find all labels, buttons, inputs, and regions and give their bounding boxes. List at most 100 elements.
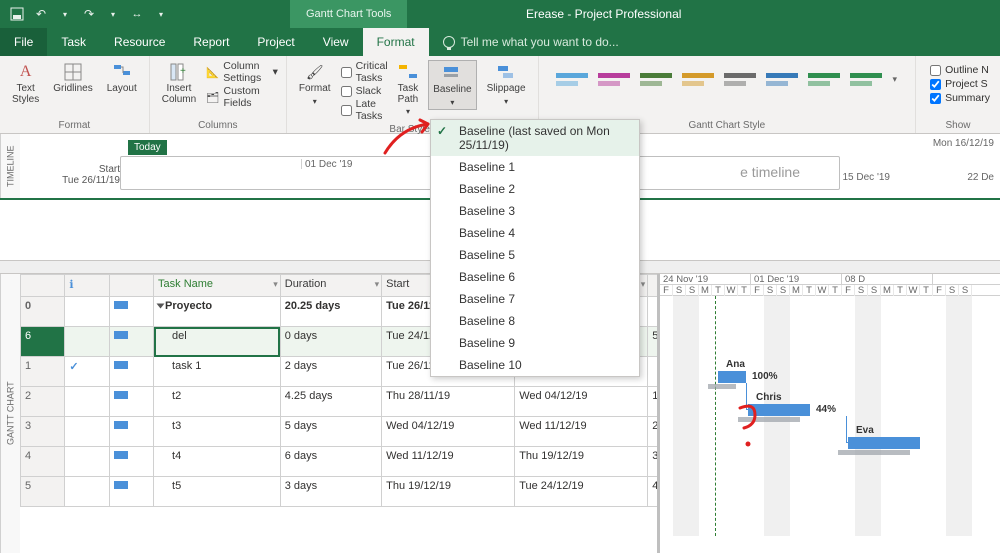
chevron-down-icon[interactable]: ▾ — [152, 5, 170, 23]
column-header[interactable] — [648, 275, 660, 297]
contextual-tab-label: Gantt Chart Tools — [290, 0, 407, 28]
timescale: 24 Nov '1901 Dec '1908 D FSSMTWTFSSMTWTF… — [660, 274, 1000, 296]
baseline-menu-item[interactable]: ✓Baseline (last saved on Mon 25/11/19) — [431, 120, 639, 156]
summary-tasks-checkbox[interactable]: Summary — [930, 92, 990, 104]
style-swatch[interactable] — [595, 64, 633, 94]
group-label: Show — [924, 118, 992, 131]
timeline-date: 15 Dec '19 — [843, 172, 891, 183]
tell-me-search[interactable]: Tell me what you want to do... — [429, 28, 633, 56]
baseline-dropdown: ✓Baseline (last saved on Mon 25/11/19)Ba… — [430, 119, 640, 377]
baseline-button[interactable]: Baseline▾ — [428, 60, 476, 110]
baseline-menu-item[interactable]: Baseline 2 — [431, 178, 639, 200]
style-swatch[interactable] — [637, 64, 675, 94]
gantt-bar[interactable] — [718, 371, 746, 383]
baseline-menu-item[interactable]: Baseline 1 — [431, 156, 639, 178]
column-header[interactable]: Task Name▾ — [154, 275, 281, 297]
group-columns: +Insert Column 📐 Column Settings ▾ 🗂 Cus… — [150, 56, 287, 133]
baseline-menu-item[interactable]: Baseline 3 — [431, 200, 639, 222]
chevron-down-icon[interactable]: ▾ — [56, 5, 74, 23]
column-settings-button[interactable]: 📐 Column Settings ▾ — [206, 60, 278, 84]
tab-file[interactable]: File — [0, 28, 47, 56]
table-row[interactable]: 3t35 daysWed 04/12/19Wed 11/12/192EvaMon… — [21, 417, 661, 447]
text-styles-icon: A — [16, 62, 36, 82]
bar-label: Ana — [726, 359, 745, 370]
layout-icon — [112, 62, 132, 82]
timeline-hint: e timeline — [740, 164, 800, 180]
today-line — [715, 296, 716, 536]
group-show: Outline N Project S Summary Show — [916, 56, 1000, 133]
task-path-icon — [398, 62, 418, 82]
style-gallery-more[interactable]: ▾ — [889, 74, 902, 85]
critical-tasks-checkbox[interactable]: Critical Tasks — [341, 60, 388, 84]
baseline-bar — [708, 384, 736, 389]
save-icon[interactable] — [8, 5, 26, 23]
baseline-menu-item[interactable]: Baseline 9 — [431, 332, 639, 354]
baseline-menu-item[interactable]: Baseline 7 — [431, 288, 639, 310]
outline-number-checkbox[interactable]: Outline N — [930, 64, 990, 76]
gantt-bar[interactable] — [848, 437, 920, 449]
style-swatch[interactable] — [679, 64, 717, 94]
table-row[interactable]: 2t24.25 daysThu 28/11/19Wed 04/12/191Chr… — [21, 387, 661, 417]
baseline-menu-item[interactable]: Baseline 5 — [431, 244, 639, 266]
baseline-menu-item[interactable]: Baseline 10 — [431, 354, 639, 376]
quick-access-toolbar: ↶ ▾ ↷ ▾ ↔ ▾ — [0, 5, 290, 23]
baseline-icon — [442, 63, 462, 83]
percent-label: 44% — [816, 404, 836, 415]
chevron-down-icon[interactable]: ▾ — [104, 5, 122, 23]
style-swatch[interactable] — [805, 64, 843, 94]
task-path-button[interactable]: Task Path▾ — [394, 60, 423, 118]
svg-text:+: + — [180, 66, 186, 77]
tab-format[interactable]: Format — [363, 28, 429, 56]
insert-column-icon: + — [169, 62, 189, 82]
timeline-tick: 01 Dec '19 — [301, 159, 353, 169]
gantt-style-gallery[interactable]: ▾ — [547, 60, 908, 98]
gantt-chart[interactable]: 24 Nov '1901 Dec '1908 D FSSMTWTFSSMTWTF… — [660, 274, 1000, 553]
style-swatch[interactable] — [763, 64, 801, 94]
style-swatch[interactable] — [721, 64, 759, 94]
auto-schedule-icon — [114, 391, 128, 399]
text-styles-button[interactable]: AText Styles — [8, 60, 43, 107]
format-bar-button[interactable]: 🖌Format▾ — [295, 60, 335, 108]
timeline-date: Mon 16/12/19 — [933, 138, 994, 149]
tab-report[interactable]: Report — [179, 28, 243, 56]
column-header[interactable]: ℹ — [65, 275, 109, 297]
link-icon[interactable]: ↔ — [128, 5, 146, 23]
tab-resource[interactable]: Resource — [100, 28, 179, 56]
baseline-bar — [838, 450, 910, 455]
paint-icon: 🖌 — [305, 62, 325, 82]
tab-task[interactable]: Task — [47, 28, 100, 56]
layout-button[interactable]: Layout — [103, 60, 141, 97]
undo-icon[interactable]: ↶ — [32, 5, 50, 23]
gantt-chart-label: GANTT CHART — [0, 274, 20, 553]
insert-column-button[interactable]: +Insert Column — [158, 60, 200, 107]
column-header[interactable] — [21, 275, 65, 297]
auto-schedule-icon — [114, 421, 128, 429]
tab-view[interactable]: View — [309, 28, 363, 56]
baseline-menu-item[interactable]: Baseline 6 — [431, 266, 639, 288]
slippage-icon — [496, 62, 516, 82]
tab-project[interactable]: Project — [243, 28, 308, 56]
column-header[interactable] — [109, 275, 153, 297]
slippage-button[interactable]: Slippage▾ — [483, 60, 530, 108]
auto-schedule-icon — [114, 301, 128, 309]
gridlines-button[interactable]: Gridlines — [49, 60, 96, 97]
percent-label: 100% — [752, 371, 778, 382]
style-swatch[interactable] — [847, 64, 885, 94]
today-marker: Today — [128, 140, 167, 155]
redo-icon[interactable]: ↷ — [80, 5, 98, 23]
annotation-mark — [730, 400, 770, 460]
column-header[interactable]: Duration▾ — [280, 275, 381, 297]
baseline-menu-item[interactable]: Baseline 4 — [431, 222, 639, 244]
ribbon-tabs: File Task Resource Report Project View F… — [0, 28, 1000, 56]
table-row[interactable]: 5t53 daysThu 19/12/19Tue 24/12/194Pastor… — [21, 477, 661, 507]
table-row[interactable]: 4t46 daysWed 11/12/19Thu 19/12/193George… — [21, 447, 661, 477]
custom-fields-button[interactable]: 🗂 Custom Fields — [206, 85, 278, 109]
style-swatch[interactable] — [553, 64, 591, 94]
group-label: Columns — [158, 118, 278, 131]
group-label: Format — [8, 118, 141, 131]
bar-label: Eva — [856, 425, 874, 436]
dependency-link — [846, 416, 850, 443]
baseline-menu-item[interactable]: Baseline 8 — [431, 310, 639, 332]
project-summary-checkbox[interactable]: Project S — [930, 78, 990, 90]
slack-checkbox[interactable]: Slack — [341, 85, 388, 97]
